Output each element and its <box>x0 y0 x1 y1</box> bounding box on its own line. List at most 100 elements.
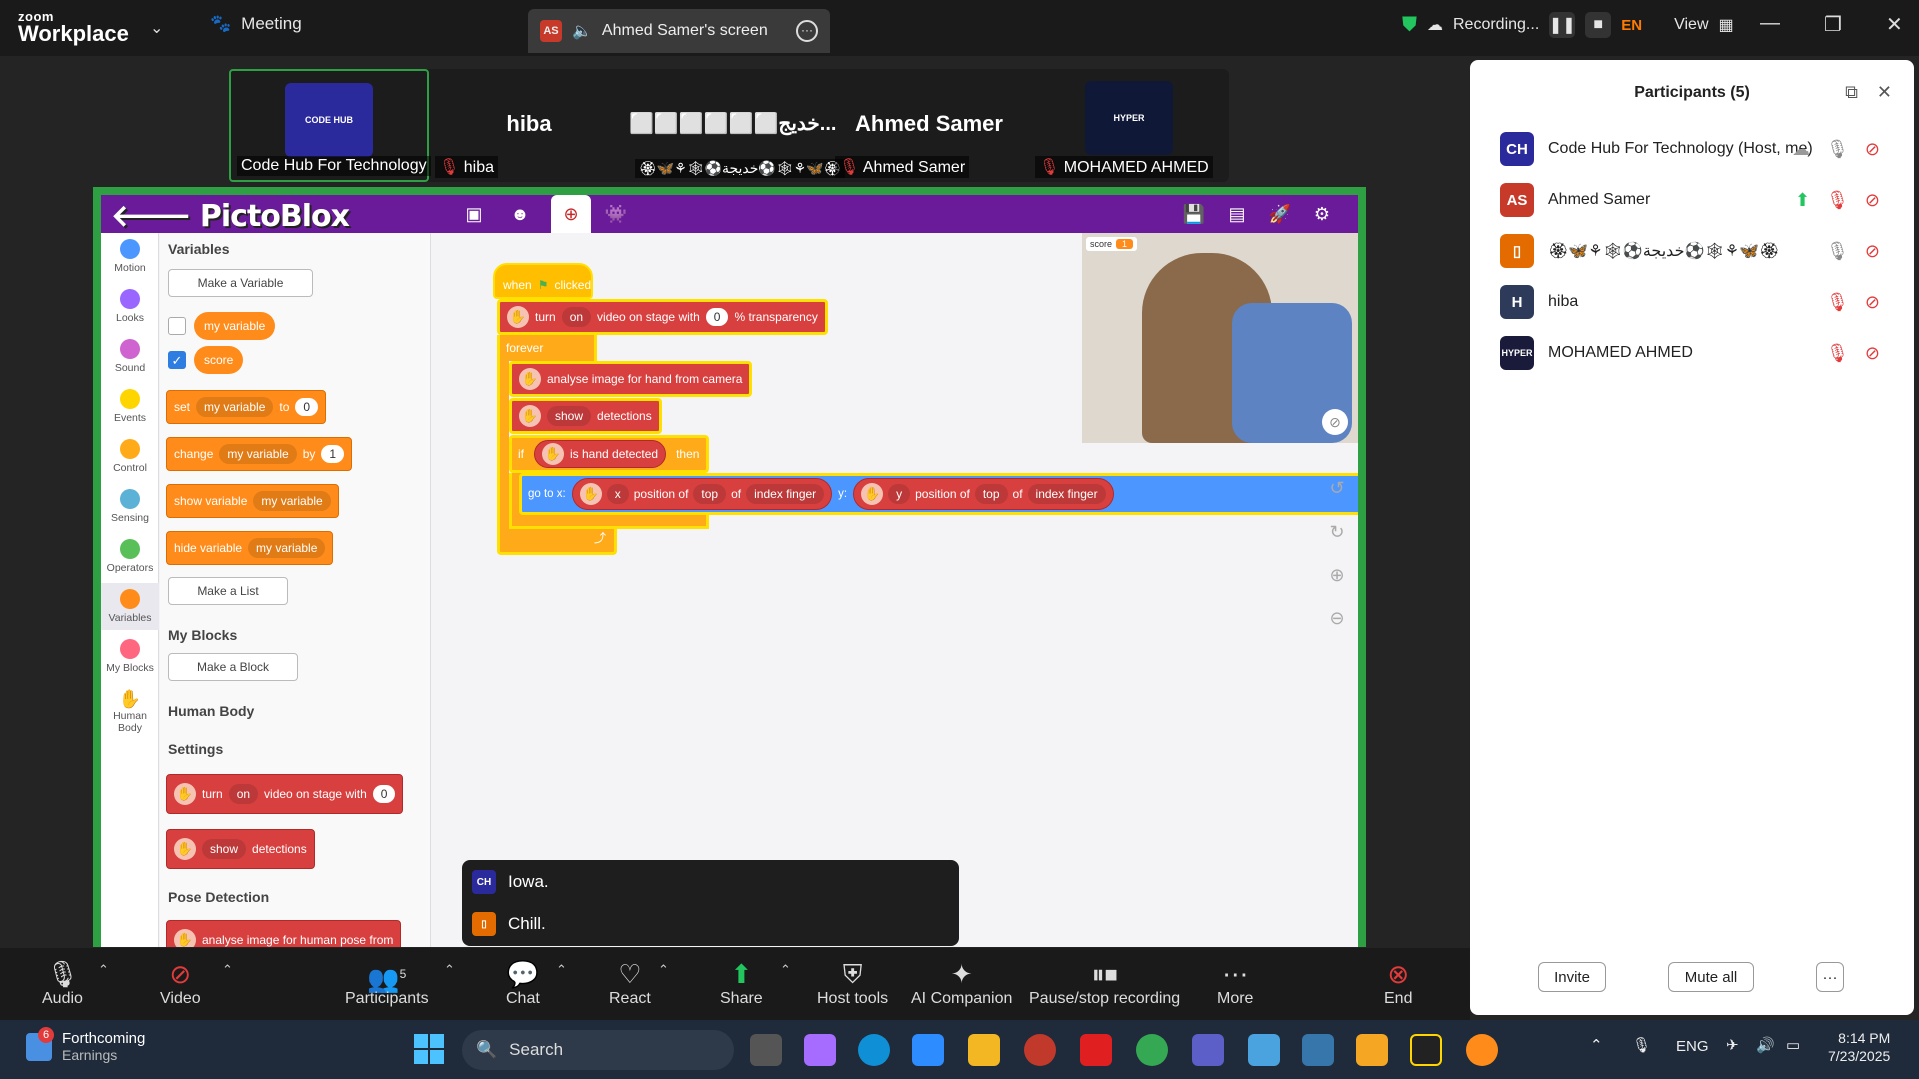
make-block-button[interactable]: Make a Block <box>168 653 298 681</box>
make-list-button[interactable]: Make a List <box>168 577 288 605</box>
participants-button[interactable]: 👥5 Participants <box>345 958 429 1008</box>
category-human-body[interactable]: ✋ Human Body <box>101 689 159 734</box>
analyse-hand-block[interactable]: ✋ analyse image for hand from camera <box>509 361 753 397</box>
more-options-icon[interactable]: ··· <box>796 20 818 42</box>
stop-icon[interactable]: ■ <box>1585 12 1612 38</box>
video-button[interactable]: ⊘ Video <box>160 958 201 1008</box>
zoom-out-icon[interactable]: ⊖ <box>1324 605 1350 631</box>
category-motion[interactable]: Motion <box>101 239 159 274</box>
turn-video-block[interactable]: ✋ turn on video on stage with 0 <box>166 774 404 814</box>
thumbnail-mohamed-ahmed[interactable]: HYPER 🎙 MOHAMED AHMED <box>1029 69 1229 182</box>
windows-start-icon[interactable] <box>414 1034 444 1064</box>
participant-row[interactable]: AS Ahmed Samer ⬆ 🎙 ⊘ <box>1500 175 1900 225</box>
when-flag-clicked-block[interactable]: when ⚑ clicked <box>493 263 593 299</box>
sprite-icon[interactable]: ☻ <box>507 201 533 227</box>
redo-icon[interactable]: ↻ <box>1324 519 1350 545</box>
clock[interactable]: 8:14 PM 7/23/2025 <box>1828 1030 1890 1065</box>
participants-options-caret[interactable]: ⌃ <box>444 962 455 978</box>
task-view-icon[interactable] <box>750 1034 782 1066</box>
copilot-icon[interactable] <box>804 1034 836 1066</box>
restore-icon[interactable]: ❐ <box>1824 12 1842 37</box>
language-indicator[interactable]: ENG <box>1676 1038 1709 1055</box>
tab-meeting[interactable]: 🐾 Meeting <box>210 14 302 34</box>
tab-shared-screen[interactable]: AS 🔈 Ahmed Samer's screen ··· <box>528 9 830 53</box>
category-events[interactable]: Events <box>101 389 159 424</box>
image-icon[interactable]: ▣ <box>461 201 487 227</box>
thumbnail-khadija[interactable]: ⬜⬜⬜⬜⬜⬜خديج... 🏵🦋⚘🕸⚽خديجة⚽🕸⚘🦋🏵 <box>629 69 846 182</box>
gear-icon[interactable]: ⚙ <box>1309 201 1335 227</box>
score-reporter[interactable]: score <box>194 346 244 374</box>
popout-icon[interactable]: ⧉ <box>1845 82 1858 103</box>
category-sound[interactable]: Sound <box>101 339 159 374</box>
more-options-icon[interactable]: ··· <box>1816 962 1844 992</box>
chat-button[interactable]: 💬 Chat <box>506 958 540 1008</box>
end-button[interactable]: ⊗ End <box>1384 958 1412 1008</box>
x-position-reporter[interactable]: ✋ x position of top of index finger <box>571 478 833 510</box>
maps-icon[interactable] <box>1248 1034 1280 1066</box>
close-icon[interactable]: ✕ <box>1886 12 1903 37</box>
app-red-icon[interactable] <box>1080 1034 1112 1066</box>
chat-options-caret[interactable]: ⌃ <box>556 962 567 978</box>
show-detections-script-block[interactable]: ✋ show detections <box>509 398 662 434</box>
category-operators[interactable]: Operators <box>101 539 159 574</box>
my-variable-reporter[interactable]: my variable <box>194 312 276 340</box>
category-control[interactable]: Control <box>101 439 159 474</box>
category-sensing[interactable]: Sensing <box>101 489 159 524</box>
participant-row[interactable]: HYPER MOHAMED AHMED 🎙 ⊘ <box>1500 328 1900 378</box>
sticky-notes-icon[interactable] <box>1410 1034 1442 1066</box>
show-detections-block[interactable]: ✋ show detections <box>166 829 315 869</box>
set-variable-block[interactable]: set my variable to 0 <box>166 390 327 424</box>
taskbar-search[interactable]: 🔍 Search <box>462 1030 734 1070</box>
edge-icon[interactable] <box>858 1034 890 1066</box>
share-button[interactable]: ⬆ Share <box>720 958 763 1008</box>
my-variable-checkbox[interactable] <box>168 317 186 335</box>
battery-icon[interactable]: ▭ <box>1786 1036 1800 1054</box>
participant-row[interactable]: CH Code Hub For Technology (Host, me) ☁ 🎙… <box>1500 124 1900 174</box>
chrome-icon[interactable] <box>1136 1034 1168 1066</box>
close-panel-icon[interactable]: ✕ <box>1877 82 1892 103</box>
target-icon[interactable]: ⊕ <box>551 195 591 233</box>
participant-row[interactable]: ▯ 🏵🦋⚘🕸⚽خديجة⚽🕸⚘🦋🏵 🎙 ⊘ <box>1500 226 1900 276</box>
score-checkbox[interactable]: ✓ <box>168 351 186 369</box>
category-my-blocks[interactable]: My Blocks <box>101 639 159 674</box>
go-to-xy-block[interactable]: go to x: ✋ x position of top of index finger … <box>519 473 1358 515</box>
audio-button[interactable]: 🎙 Audio <box>42 958 83 1008</box>
alien-icon[interactable]: 👾 <box>603 201 629 227</box>
rocket-icon[interactable]: 🚀 <box>1267 201 1293 227</box>
ai-companion-button[interactable]: ✦ AI Companion <box>911 958 1012 1008</box>
host-tools-button[interactable]: ⛨ Host tools <box>817 958 888 1008</box>
thumbnail-ahmed-samer[interactable]: Ahmed Samer 🎙 Ahmed Samer <box>829 69 1029 182</box>
participant-row[interactable]: H hiba 🎙 ⊘ <box>1500 277 1900 327</box>
teams-icon[interactable] <box>1192 1034 1224 1066</box>
hide-stage-icon[interactable]: ⊘ <box>1322 409 1348 435</box>
pictoblox-logo[interactable]: 🡐 PictoBlox <box>111 198 350 234</box>
news-widget[interactable]: 6 Forthcoming Earnings <box>26 1026 145 1063</box>
is-hand-detected-block[interactable]: ✋ is hand detected <box>534 440 667 468</box>
react-options-caret[interactable]: ⌃ <box>658 962 669 978</box>
if-then-block[interactable]: if ✋ is hand detected then <box>509 435 709 473</box>
thumbnail-hiba[interactable]: hiba 🎙 hiba <box>429 69 629 182</box>
share-options-caret[interactable]: ⌃ <box>780 962 791 978</box>
book-icon[interactable]: ▤ <box>1224 201 1250 227</box>
thumbnail-code-hub[interactable]: CODE HUB Code Hub For Technology <box>229 69 431 182</box>
mute-all-button[interactable]: Mute all <box>1668 962 1754 992</box>
grid-view-icon[interactable]: ▦ <box>1719 15 1734 35</box>
category-variables[interactable]: Variables <box>101 583 159 630</box>
invite-button[interactable]: Invite <box>1538 962 1606 992</box>
category-looks[interactable]: Looks <box>101 289 159 324</box>
audio-options-caret[interactable]: ⌃ <box>98 962 109 978</box>
pictoblox-app-icon[interactable] <box>1466 1034 1498 1066</box>
make-variable-button[interactable]: Make a Variable <box>168 269 313 297</box>
mic-tray-icon[interactable]: 🎙 <box>1632 1036 1651 1054</box>
file-explorer-icon[interactable] <box>968 1034 1000 1066</box>
airplane-icon[interactable]: ✈ <box>1726 1036 1739 1054</box>
video-options-caret[interactable]: ⌃ <box>222 962 233 978</box>
view-button[interactable]: View <box>1674 16 1708 34</box>
minimize-icon[interactable]: — <box>1760 12 1780 37</box>
pause-stop-recording-button[interactable]: ⏸⏹ Pause/stop recording <box>1029 958 1180 1008</box>
language-indicator[interactable]: EN <box>1621 17 1642 34</box>
save-icon[interactable]: 💾 <box>1181 201 1207 227</box>
react-button[interactable]: ♡ React <box>609 958 651 1008</box>
volume-icon[interactable]: 🔊 <box>1756 1036 1775 1054</box>
app-p-icon[interactable] <box>1024 1034 1056 1066</box>
